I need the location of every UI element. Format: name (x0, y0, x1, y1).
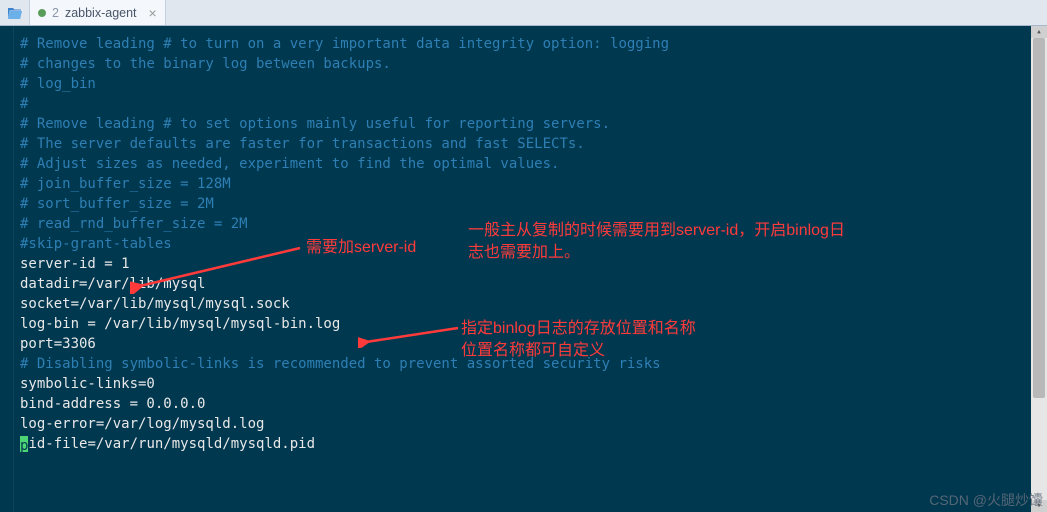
code-line: # read_rnd_buffer_size = 2M (20, 214, 1047, 234)
tab-number: 2 (52, 6, 59, 20)
code-line: socket=/var/lib/mysql/mysql.sock (20, 294, 1047, 314)
code-line: # Adjust sizes as needed, experiment to … (20, 154, 1047, 174)
code-line: # Disabling symbolic-links is recommende… (20, 354, 1047, 374)
vertical-scrollbar[interactable]: ▴ ▾ (1031, 26, 1047, 512)
code-line: # log_bin (20, 74, 1047, 94)
code-editor[interactable]: # Remove leading # to turn on a very imp… (0, 26, 1047, 512)
code-line: symbolic-links=0 (20, 374, 1047, 394)
code-line: datadir=/var/lib/mysql (20, 274, 1047, 294)
tab-title: zabbix-agent (65, 6, 137, 20)
editor-gutter (0, 26, 14, 512)
code-line: log-bin = /var/lib/mysql/mysql-bin.log (20, 314, 1047, 334)
code-line: # Remove leading # to turn on a very imp… (20, 34, 1047, 54)
code-line: port=3306 (20, 334, 1047, 354)
code-line: pid-file=/var/run/mysqld/mysqld.pid (20, 434, 1047, 454)
code-line: log-error=/var/log/mysqld.log (20, 414, 1047, 434)
editor-tab[interactable]: 2 zabbix-agent × (30, 0, 166, 25)
code-line: # sort_buffer_size = 2M (20, 194, 1047, 214)
close-icon[interactable]: × (149, 5, 157, 21)
open-folder-button[interactable] (0, 0, 30, 25)
code-line: # The server defaults are faster for tra… (20, 134, 1047, 154)
scroll-up-button[interactable]: ▴ (1031, 26, 1047, 38)
code-line: # (20, 94, 1047, 114)
code-line: #skip-grant-tables (20, 234, 1047, 254)
modified-dot-icon (38, 9, 46, 17)
scroll-thumb[interactable] (1033, 38, 1045, 398)
watermark: CSDN @火腿炒馕 (929, 490, 1043, 510)
code-line: # join_buffer_size = 128M (20, 174, 1047, 194)
tab-bar: 2 zabbix-agent × (0, 0, 1047, 26)
folder-open-icon (7, 6, 23, 20)
code-content: # Remove leading # to turn on a very imp… (20, 34, 1047, 454)
code-line: # changes to the binary log between back… (20, 54, 1047, 74)
code-line: # Remove leading # to set options mainly… (20, 114, 1047, 134)
code-line: server-id = 1 (20, 254, 1047, 274)
code-line: bind-address = 0.0.0.0 (20, 394, 1047, 414)
